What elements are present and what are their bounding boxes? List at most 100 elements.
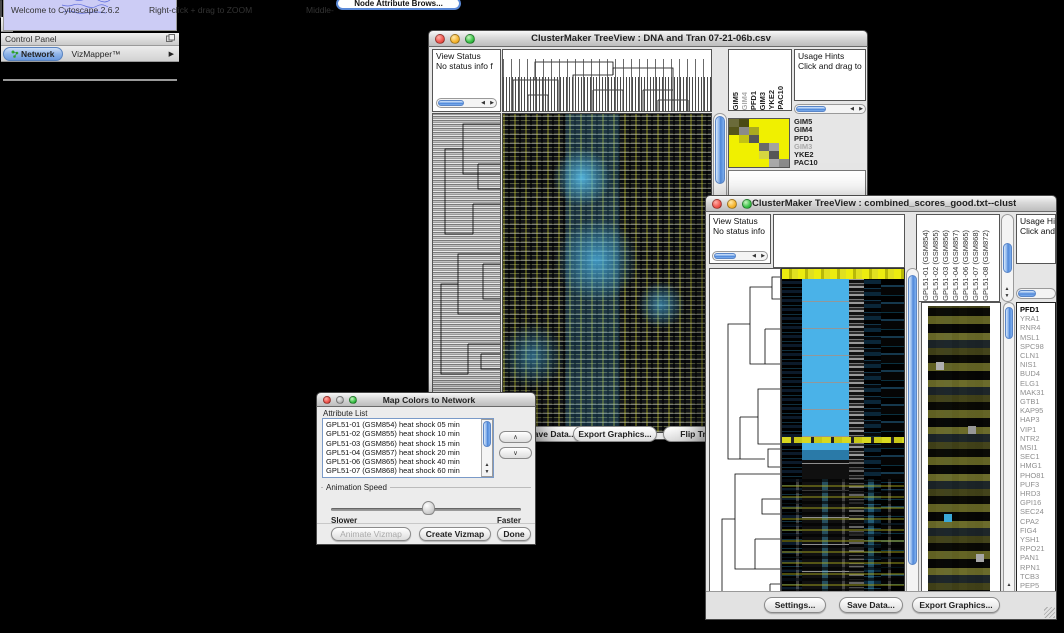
scroll-thumb[interactable] — [1018, 290, 1036, 297]
dialog-titlebar[interactable]: Map Colors to Network — [316, 392, 536, 407]
tv2-zoom-heatmap[interactable] — [928, 306, 990, 606]
tv1-status-hscrollbar[interactable]: ◀ ▶ — [436, 98, 497, 108]
export-graphics-button[interactable]: Export Graphics... — [912, 597, 1000, 613]
attribute-list-item[interactable]: GPL51-06 (GSM865) heat shock 40 min — [326, 457, 493, 466]
gene-label[interactable]: YSH1 — [1020, 535, 1055, 544]
create-vizmap-button[interactable]: Create Vizmap — [419, 527, 491, 541]
gene-label[interactable]: RPN1 — [1020, 563, 1055, 572]
gene-label[interactable]: KAP95 — [1020, 406, 1055, 415]
gene-label[interactable]: RNR4 — [1020, 323, 1055, 332]
resize-grip[interactable] — [1044, 607, 1055, 618]
zoom-button[interactable] — [465, 34, 475, 44]
tv1-usage-hscrollbar[interactable]: ◀ ▶ — [794, 104, 866, 114]
scroll-thumb[interactable] — [438, 100, 464, 106]
gene-label[interactable]: SEC1 — [1020, 452, 1055, 461]
tv2-row-dendrogram[interactable] — [709, 268, 781, 609]
tv1-titlebar[interactable]: ClusterMaker TreeView : DNA and Tran 07-… — [428, 30, 868, 47]
tv1-correlation-matrix[interactable] — [728, 118, 790, 168]
tv2-status-hscrollbar[interactable]: ◀ ▶ — [712, 251, 768, 261]
minimize-button[interactable] — [727, 199, 737, 209]
tv2-heatmap-vscrollbar[interactable]: ▲ ▼ — [906, 268, 919, 609]
scroll-up-arrow[interactable]: ▲ — [483, 462, 491, 468]
attribute-list-item[interactable]: GPL51-02 (GSM855) heat shock 10 min — [326, 429, 493, 438]
gene-label[interactable]: HAP3 — [1020, 415, 1055, 424]
slider-thumb[interactable] — [422, 501, 435, 515]
tv2-gene-list[interactable]: PFD1YRA1RNR4MSL1SPC98CLN1NIS1BUD4ELG1MAK… — [1016, 302, 1056, 611]
gene-label[interactable]: CPA2 — [1020, 517, 1055, 526]
gene-label[interactable]: ELG1 — [1020, 379, 1055, 388]
tv1-row-dendrogram[interactable] — [432, 113, 501, 433]
node-attribute-browser-button[interactable]: Node Attribute Brows... — [336, 0, 461, 10]
gene-label[interactable]: HRD3 — [1020, 489, 1055, 498]
move-up-button[interactable]: ∧ — [499, 431, 532, 443]
attribute-list-scrollbar[interactable]: ▲ ▼ — [481, 419, 493, 477]
scroll-down-arrow[interactable]: ▼ — [483, 469, 491, 475]
scroll-left-arrow[interactable]: ◀ — [479, 100, 487, 106]
gene-label[interactable]: PFD1 — [1020, 305, 1055, 314]
gene-label[interactable]: NIS1 — [1020, 360, 1055, 369]
scroll-thumb[interactable] — [715, 116, 725, 184]
gene-label[interactable]: TCB3 — [1020, 572, 1055, 581]
gene-label[interactable]: RPO21 — [1020, 544, 1055, 553]
minimize-button[interactable] — [336, 396, 344, 404]
animate-vizmap-button[interactable]: Animate Vizmap — [331, 527, 411, 541]
tab-network[interactable]: Network — [3, 47, 63, 61]
scroll-thumb[interactable] — [1003, 243, 1012, 273]
save-data-button[interactable]: Save Data... — [839, 597, 903, 613]
gene-label[interactable]: PAN1 — [1020, 553, 1055, 562]
gene-label[interactable]: GPI16 — [1020, 498, 1055, 507]
tv1-heatmap[interactable] — [502, 113, 712, 433]
export-graphics-button[interactable]: Export Graphics... — [573, 426, 657, 442]
gene-label[interactable]: FIG4 — [1020, 526, 1055, 535]
zoom-button[interactable] — [742, 199, 752, 209]
gene-label[interactable]: PUF3 — [1020, 480, 1055, 489]
network-list-header[interactable]: Network Nodes Edges — [4, 80, 176, 81]
float-panel-icon[interactable] — [166, 34, 175, 44]
gene-label[interactable]: BUD4 — [1020, 369, 1055, 378]
tv1-column-dendrogram[interactable] — [502, 49, 712, 112]
minimize-button[interactable] — [450, 34, 460, 44]
settings-button[interactable]: Settings... — [764, 597, 826, 613]
gene-label[interactable]: YRA1 — [1020, 314, 1055, 323]
scroll-thumb[interactable] — [908, 275, 917, 565]
attribute-list-item[interactable]: GPL51-07 (GSM868) heat shock 60 min — [326, 466, 493, 475]
done-button[interactable]: Done — [497, 527, 531, 541]
gene-label[interactable]: MSL1 — [1020, 333, 1055, 342]
scroll-thumb[interactable] — [796, 106, 826, 112]
scroll-right-arrow[interactable]: ▶ — [488, 100, 496, 106]
close-button[interactable] — [712, 199, 722, 209]
close-button[interactable] — [435, 34, 445, 44]
scroll-up-arrow[interactable]: ▲ — [1003, 286, 1011, 292]
attribute-list[interactable]: GPL51-01 (GSM854) heat shock 05 minGPL51… — [322, 418, 494, 478]
gene-label[interactable]: HMG1 — [1020, 461, 1055, 470]
gene-label[interactable]: MAK31 — [1020, 388, 1055, 397]
tv2-column-vscrollbar[interactable]: ▲ ▼ — [1001, 214, 1014, 302]
tv2-zoom-vscrollbar[interactable]: ▲ ▼ — [1003, 302, 1015, 611]
scroll-thumb[interactable] — [483, 421, 491, 447]
move-down-button[interactable]: ∨ — [499, 447, 532, 459]
scroll-right-arrow[interactable]: ▶ — [759, 253, 767, 259]
gene-label[interactable]: PEP5 — [1020, 581, 1055, 590]
tv2-usage-hscrollbar[interactable] — [1016, 288, 1056, 299]
scroll-up-arrow[interactable]: ▲ — [1005, 582, 1013, 588]
gene-label[interactable]: SPC98 — [1020, 342, 1055, 351]
attribute-list-item[interactable]: GPL51-04 (GSM857) heat shock 20 min — [326, 448, 493, 457]
scroll-down-arrow[interactable]: ▼ — [1003, 293, 1011, 299]
tv2-heatmap[interactable] — [781, 268, 905, 609]
attribute-list-item[interactable]: GPL51-03 (GSM856) heat shock 15 min — [326, 439, 493, 448]
tab-vizmapper[interactable]: VizMapper™ — [65, 48, 128, 60]
main-titlebar[interactable]: Cytoscape Desktop (Session Name: collins… — [0, 0, 2, 17]
tv2-column-dendrogram[interactable] — [773, 214, 905, 268]
scroll-left-arrow[interactable]: ◀ — [848, 106, 856, 112]
gene-label[interactable]: VIP1 — [1020, 425, 1055, 434]
gene-label[interactable]: MSI1 — [1020, 443, 1055, 452]
tab-overflow-button[interactable]: ▶ — [166, 50, 177, 58]
gene-label[interactable]: GTB1 — [1020, 397, 1055, 406]
gene-label[interactable]: SEC24 — [1020, 507, 1055, 516]
close-button[interactable] — [323, 396, 331, 404]
tv2-titlebar[interactable]: ClusterMaker TreeView : combined_scores_… — [705, 195, 1057, 212]
scroll-right-arrow[interactable]: ▶ — [857, 106, 865, 112]
scroll-thumb[interactable] — [1005, 307, 1013, 339]
gene-label[interactable]: NTR2 — [1020, 434, 1055, 443]
gene-label[interactable]: PHO81 — [1020, 471, 1055, 480]
